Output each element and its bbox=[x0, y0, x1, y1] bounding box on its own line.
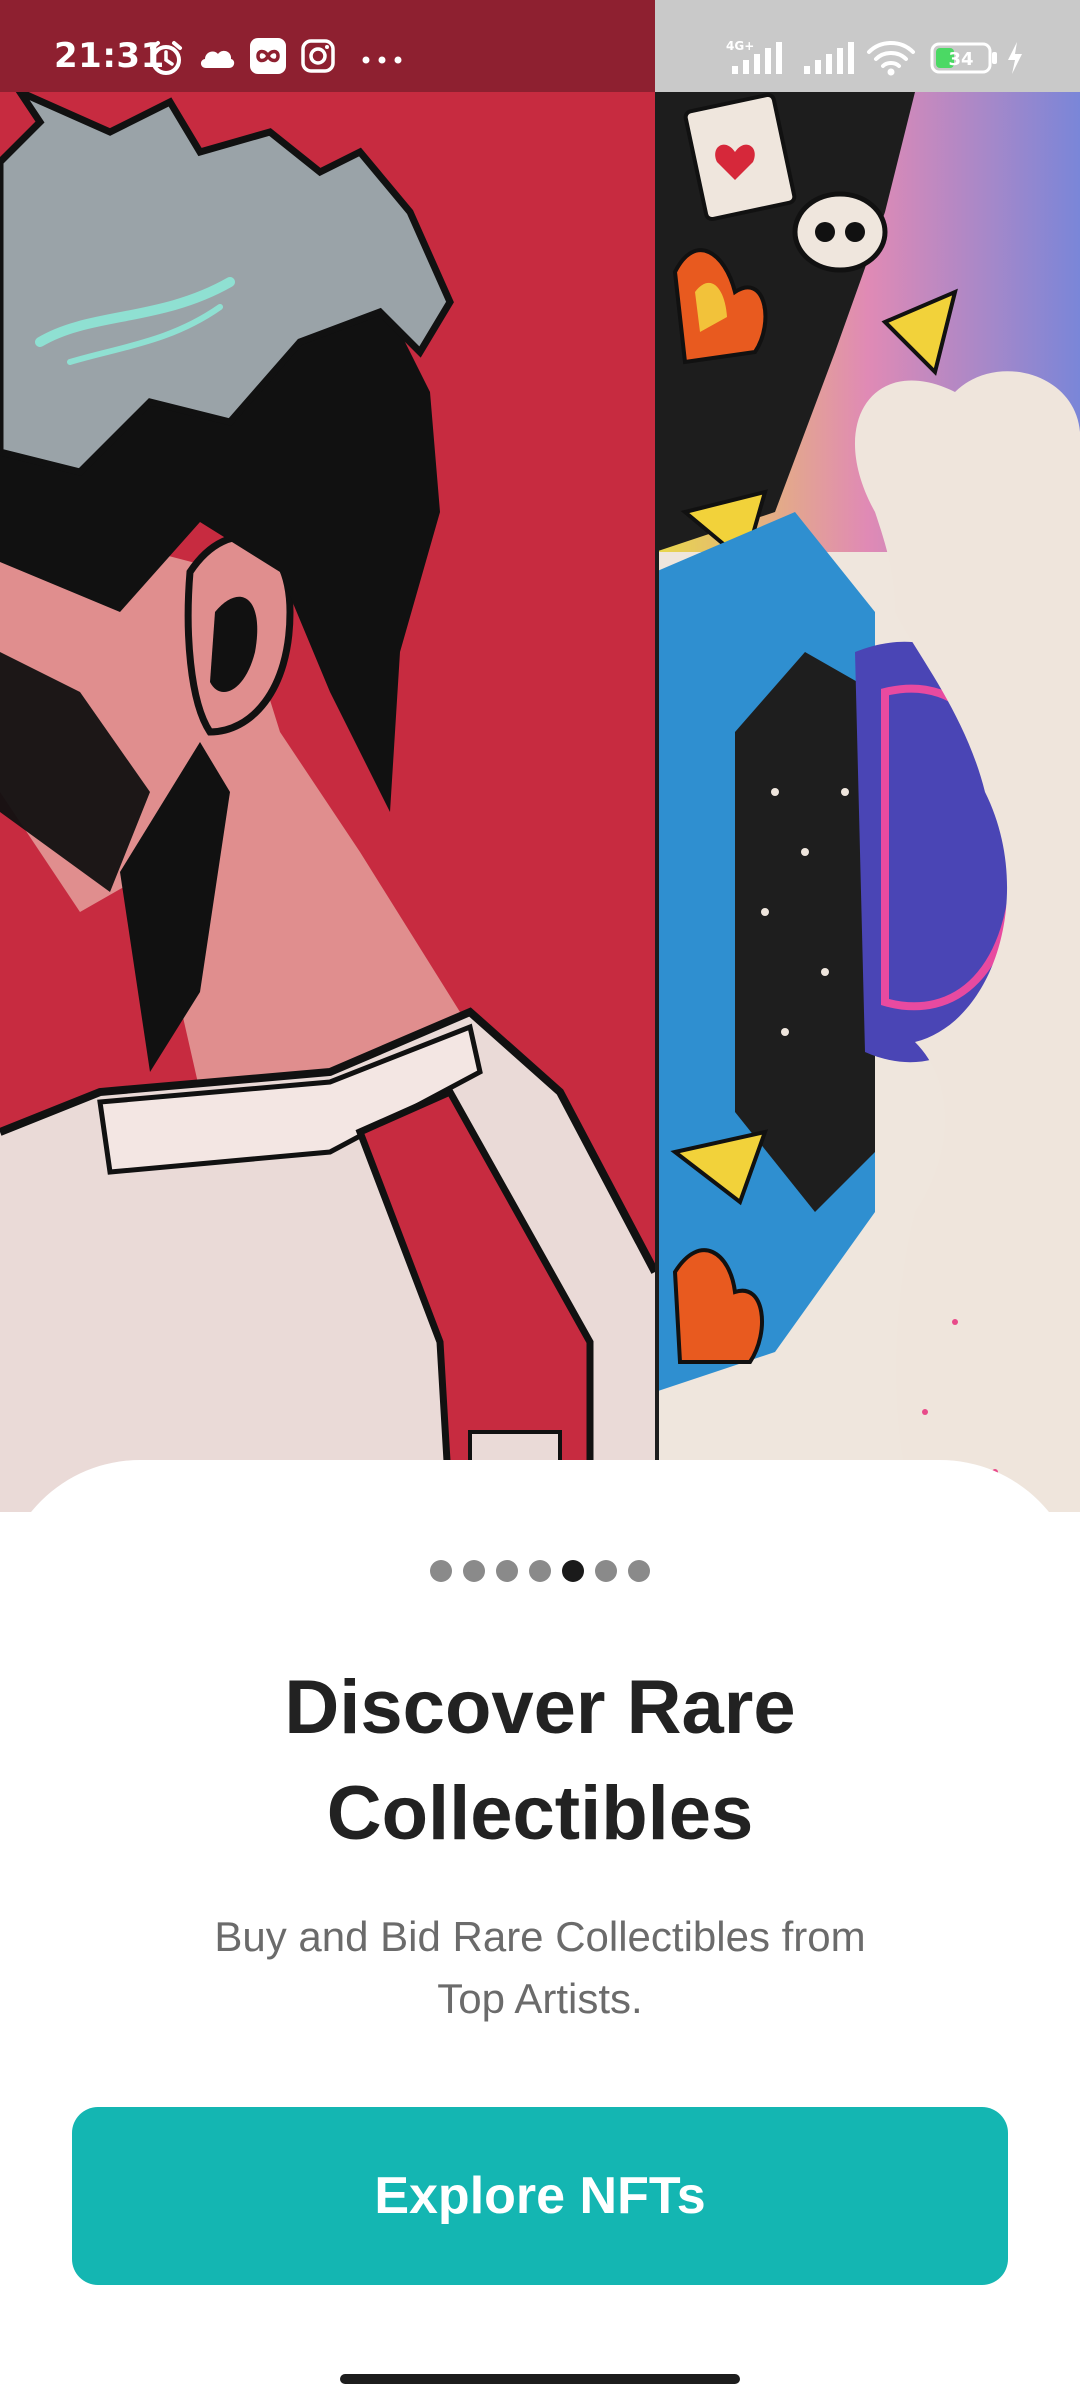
title-line-1: Discover Rare bbox=[284, 1665, 796, 1750]
infinity-app-icon bbox=[250, 38, 286, 74]
onboarding-title: Discover Rare Collectibles bbox=[140, 1655, 940, 1867]
cloud-icon bbox=[198, 44, 236, 70]
page-dot[interactable] bbox=[430, 1560, 452, 1582]
battery-level: 34 bbox=[948, 49, 973, 70]
title-line-2: Collectibles bbox=[326, 1771, 754, 1856]
charging-icon bbox=[1006, 40, 1024, 76]
instagram-icon bbox=[300, 38, 336, 74]
explore-nfts-button[interactable]: Explore NFTs bbox=[72, 2107, 1008, 2285]
hero-artwork bbox=[0, 92, 1080, 1512]
page-dot[interactable] bbox=[463, 1560, 485, 1582]
page-dot-active[interactable] bbox=[562, 1560, 584, 1582]
collage-illustration bbox=[655, 92, 1080, 1512]
boy-illustration bbox=[0, 92, 655, 1512]
page-indicator bbox=[0, 1560, 1080, 1582]
more-dots-icon bbox=[362, 56, 402, 64]
battery-icon: 34 bbox=[930, 42, 1000, 74]
status-bar: 21:31 4G+ 34 bbox=[0, 0, 1080, 92]
page-dot[interactable] bbox=[496, 1560, 518, 1582]
home-indicator[interactable] bbox=[340, 2374, 740, 2384]
page-dot[interactable] bbox=[595, 1560, 617, 1582]
network-type-label: 4G+ bbox=[726, 40, 754, 53]
page-dot[interactable] bbox=[628, 1560, 650, 1582]
nft-artwork-boy-portrait bbox=[0, 92, 655, 1512]
signal-icon bbox=[802, 40, 858, 76]
wifi-icon bbox=[866, 40, 916, 76]
subtitle-line-2: Top Artists. bbox=[437, 1975, 643, 2022]
subtitle-line-1: Buy and Bid Rare Collectibles from bbox=[214, 1913, 866, 1960]
nft-artwork-collage bbox=[655, 92, 1080, 1512]
alarm-icon bbox=[146, 38, 186, 78]
signal-icon: 4G+ bbox=[726, 40, 792, 76]
page-dot[interactable] bbox=[529, 1560, 551, 1582]
onboarding-screen: 21:31 4G+ 34 Discover Rare Collectibles … bbox=[0, 0, 1080, 2400]
onboarding-subtitle: Buy and Bid Rare Collectibles from Top A… bbox=[170, 1906, 910, 2030]
